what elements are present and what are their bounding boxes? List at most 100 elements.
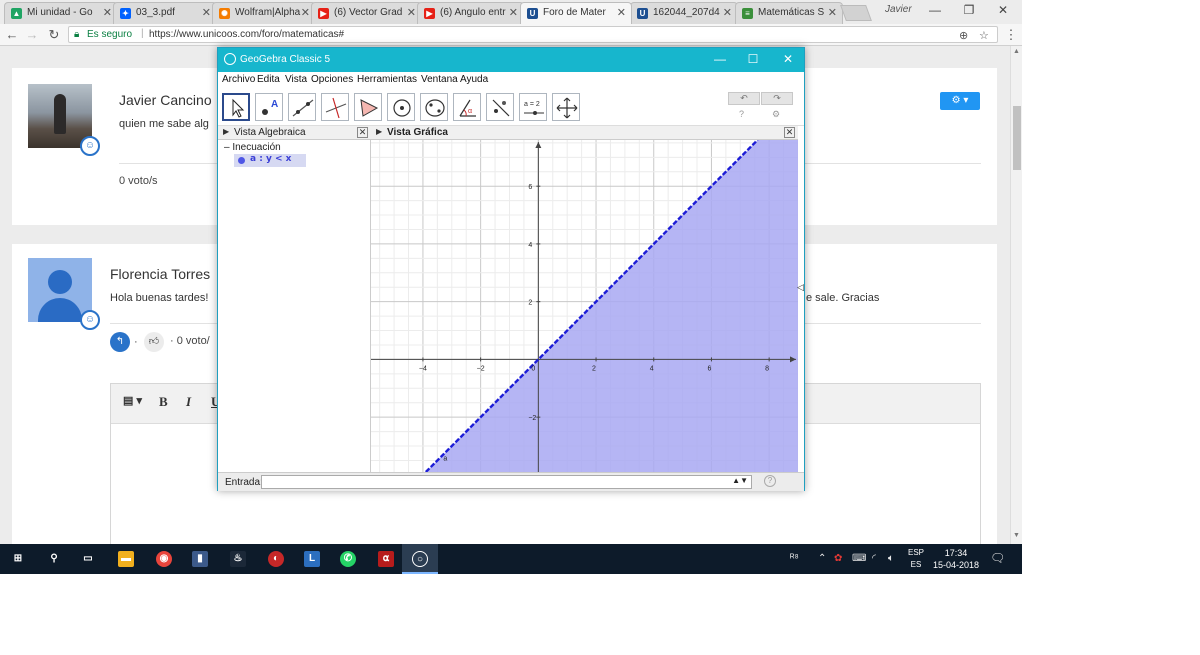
collapse-triangle-icon[interactable]: ▶ [223, 127, 229, 136]
tool-circle[interactable] [387, 93, 415, 121]
dropdown-arrow-icon[interactable]: ▲▼ [732, 476, 748, 485]
app-blue-icon[interactable]: L [304, 551, 320, 567]
forward-icon[interactable]: → [24, 27, 40, 42]
resize-handle-icon[interactable]: ◁ [797, 282, 804, 293]
reply-button[interactable]: ↰ [110, 332, 130, 352]
tool-conic[interactable] [420, 93, 448, 121]
menu-vista[interactable]: Vista [285, 74, 307, 85]
whatsapp-icon[interactable]: ✆ [340, 551, 356, 567]
tab-matematicas[interactable]: ≡ Matemáticas S ✕ [735, 2, 843, 24]
graphics-view[interactable]: −4 −2 2 4 6 8 −2 2 4 6 0 a [371, 140, 798, 472]
tray-expand-icon[interactable]: ⌃ [818, 553, 826, 564]
algebra-view[interactable]: – Inecuación a : y < x [218, 140, 371, 472]
search-icon[interactable]: ⚲ [46, 551, 62, 567]
tool-point[interactable]: A [255, 93, 283, 121]
task-view-icon[interactable]: ▭ [80, 551, 96, 567]
tool-slider[interactable]: a = 2 [519, 93, 547, 121]
post-options-button[interactable]: ⚙ ▾ [940, 92, 980, 110]
tool-move-graphics[interactable] [552, 93, 580, 121]
tab-foro-matematicas[interactable]: U Foro de Mater ✕ [520, 2, 632, 24]
chrome-icon[interactable]: ◉ [156, 551, 172, 567]
profile-name[interactable]: Javier [885, 4, 912, 15]
geogebra-titlebar[interactable]: GeoGebra Classic 5 — ☐ ✕ [218, 48, 804, 72]
settings-gear-icon[interactable]: ⚙ [772, 109, 780, 120]
post-author[interactable]: Javier Cancino [119, 92, 212, 108]
like-button[interactable]: 👍︎ [144, 332, 164, 352]
close-tab-icon[interactable]: ✕ [723, 6, 732, 19]
graphics-view-header[interactable]: ▶ Vista Gráfica ✕ [371, 126, 798, 140]
minimize-icon[interactable]: — [920, 3, 950, 17]
input-help-icon[interactable]: ? [764, 475, 776, 487]
language-indicator[interactable]: ESP ES [908, 547, 924, 571]
tab-pdf[interactable]: ✦ 03_3.pdf ✕ [113, 2, 217, 24]
taskbar-geogebra-active[interactable]: ○ [402, 544, 438, 574]
close-tab-icon[interactable]: ✕ [301, 6, 310, 19]
tab-youtube-angulo[interactable]: ▶ (6) Angulo entr ✕ [417, 2, 524, 24]
network-icon[interactable]: ◜ [872, 553, 876, 564]
bold-button[interactable]: B [159, 394, 168, 410]
tab-image[interactable]: U 162044_207d4 ✕ [630, 2, 738, 24]
menu-ayuda[interactable]: Ayuda [460, 74, 488, 85]
scroll-up-icon[interactable]: ▲ [1013, 48, 1020, 55]
back-icon[interactable]: ← [4, 27, 20, 42]
post-author[interactable]: Florencia Torres [110, 266, 210, 282]
bookmark-star-icon[interactable]: ☆ [979, 29, 989, 42]
tool-angle[interactable]: α [453, 93, 481, 121]
redo-button[interactable]: ↷ [761, 92, 793, 105]
pdf-reader-icon[interactable]: ⍺ [378, 551, 394, 567]
people-icon[interactable]: ᴿ⁸ [790, 553, 799, 564]
menu-herramientas[interactable]: Herramientas [357, 74, 417, 85]
inequality-plot[interactable]: −4 −2 2 4 6 8 −2 2 4 6 0 a [371, 140, 798, 472]
menu-edita[interactable]: Edita [257, 74, 280, 85]
algebra-category[interactable]: – Inecuación [224, 142, 281, 153]
menu-kebab-icon[interactable]: ⋮ [1003, 27, 1019, 43]
close-window-icon[interactable]: ✕ [988, 3, 1018, 17]
volume-icon[interactable]: 🔈︎ [888, 553, 894, 564]
windows-start-icon[interactable]: ⊞ [10, 551, 26, 567]
algebra-item-a[interactable]: a : y < x [234, 154, 306, 167]
visibility-toggle-icon[interactable] [238, 157, 245, 164]
notifications-icon[interactable]: 🗨︎ [990, 551, 1005, 565]
tab-mi-unidad[interactable]: ▲ Mi unidad - Go ✕ [4, 2, 118, 24]
tool-move[interactable] [222, 93, 250, 121]
tab-wolfram[interactable]: ✺ Wolfram|Alpha ✕ [212, 2, 316, 24]
algebra-view-header[interactable]: ▶ Vista Algebraica ✕ [218, 126, 371, 140]
close-tab-icon[interactable]: ✕ [407, 6, 416, 19]
close-view-icon[interactable]: ✕ [784, 127, 795, 138]
tool-polygon[interactable] [354, 93, 382, 121]
app-red-icon[interactable]: ◐ [268, 551, 284, 567]
input-field[interactable]: ▲▼ [261, 475, 752, 489]
undo-button[interactable]: ↶ [728, 92, 760, 105]
help-icon[interactable]: ? [739, 109, 744, 119]
minimize-icon[interactable]: — [710, 52, 730, 66]
file-explorer-icon[interactable]: ▬ [118, 551, 134, 567]
page-scrollbar[interactable]: ▲ ▼ [1010, 46, 1022, 544]
zoom-icon[interactable]: ⊕ [959, 29, 968, 42]
new-tab-button[interactable] [840, 5, 872, 21]
close-tab-icon[interactable]: ✕ [828, 6, 837, 19]
clock[interactable]: 17:34 15-04-2018 [933, 547, 979, 571]
scroll-thumb[interactable] [1013, 106, 1021, 170]
maximize-icon[interactable]: ☐ [743, 52, 763, 66]
restore-icon[interactable]: ❐ [954, 3, 984, 17]
format-menu-button[interactable]: ▤ ▾ [123, 394, 142, 407]
menu-ventana[interactable]: Ventana [421, 74, 458, 85]
tool-line[interactable] [288, 93, 316, 121]
close-tab-icon[interactable]: ✕ [202, 6, 211, 19]
italic-button[interactable]: I [186, 394, 191, 410]
close-icon[interactable]: ✕ [778, 52, 798, 66]
close-tab-icon[interactable]: ✕ [103, 6, 112, 19]
reload-icon[interactable]: ↻ [46, 27, 62, 43]
app-icon[interactable]: ▮ [192, 551, 208, 567]
scroll-down-icon[interactable]: ▼ [1013, 532, 1020, 539]
tool-perpendicular[interactable] [321, 93, 349, 121]
steam-icon[interactable]: ♨ [230, 551, 246, 567]
collapse-triangle-icon[interactable]: ▶ [376, 127, 382, 136]
tool-reflect[interactable] [486, 93, 514, 121]
menu-opciones[interactable]: Opciones [311, 74, 353, 85]
close-view-icon[interactable]: ✕ [357, 127, 368, 138]
keyboard-icon[interactable]: ⌨ [852, 553, 866, 564]
tab-youtube-vector[interactable]: ▶ (6) Vector Grad ✕ [311, 2, 422, 24]
close-tab-icon[interactable]: ✕ [509, 6, 518, 19]
url-box[interactable]: 🔒︎ Es seguro | https://www.unicoos.com/f… [68, 26, 998, 43]
